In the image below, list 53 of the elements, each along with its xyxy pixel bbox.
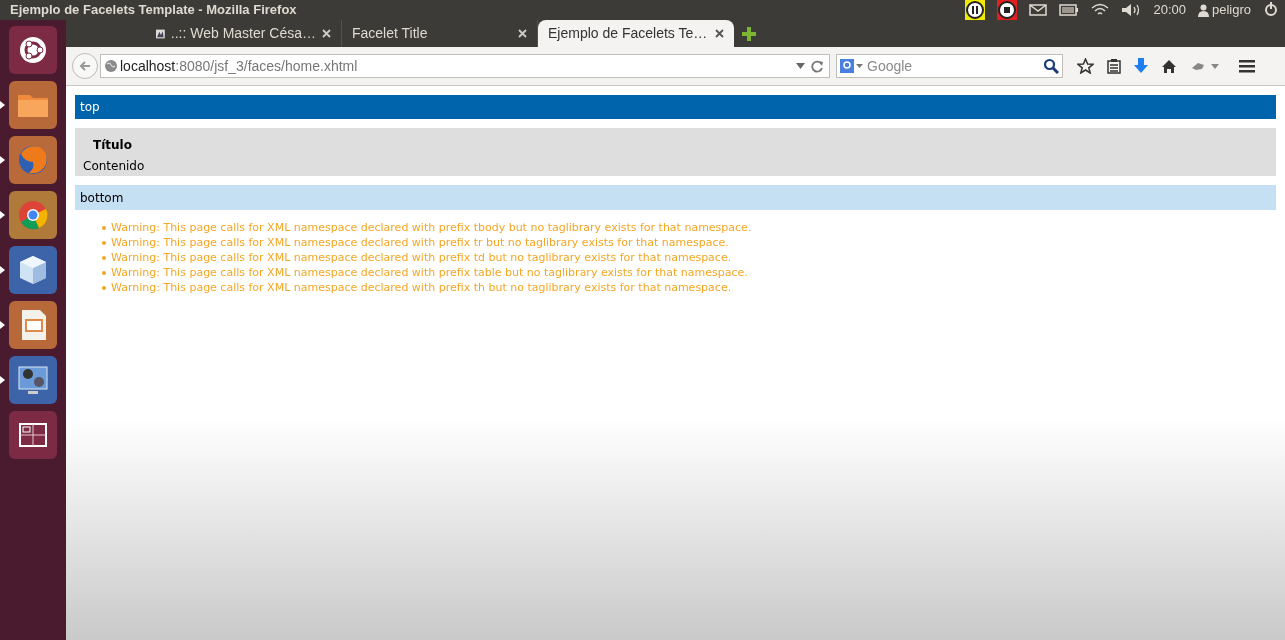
launcher-button[interactable] bbox=[9, 301, 57, 349]
stop-icon[interactable] bbox=[997, 0, 1018, 20]
launcher-button[interactable] bbox=[9, 411, 57, 459]
bullet-icon bbox=[102, 255, 106, 260]
dropdown-icon[interactable] bbox=[796, 63, 805, 69]
menu-icon[interactable] bbox=[1239, 59, 1255, 73]
mail-icon[interactable] bbox=[1029, 4, 1048, 16]
content-title: Título bbox=[92, 137, 132, 154]
launcher-button[interactable] bbox=[9, 356, 57, 404]
bullet-icon bbox=[102, 285, 106, 290]
header-bar: top bbox=[75, 95, 1276, 119]
address-bar[interactable]: localhost:8080/jsf_3/faces/home.xhtml bbox=[100, 54, 830, 78]
bullet-icon bbox=[102, 225, 106, 230]
footer-bar: bottom bbox=[75, 185, 1276, 210]
user-icon bbox=[1197, 3, 1209, 17]
reading-list-icon[interactable] bbox=[1107, 58, 1121, 74]
warning-message: Warning: This page calls for XML namespace declared with prefix tr but no taglibrary exists for that namespace. bbox=[111, 235, 729, 250]
content-text: Contenido bbox=[83, 158, 145, 175]
clock[interactable]: 20:00 bbox=[1153, 0, 1186, 20]
browser-tab[interactable]: Ejemplo de Facelets Te… bbox=[538, 20, 734, 47]
warning-message: Warning: This page calls for XML namespace declared with prefix table but no taglibrary exists for that namespace. bbox=[111, 265, 748, 280]
back-button[interactable] bbox=[72, 53, 98, 79]
bullet-icon bbox=[102, 240, 106, 245]
volume-icon[interactable] bbox=[1121, 3, 1142, 17]
home-icon[interactable] bbox=[1161, 58, 1177, 74]
warning-message: Warning: This page calls for XML namespace declared with prefix td but no taglibrary exists for that namespace. bbox=[111, 250, 732, 265]
new-tab-icon[interactable] bbox=[742, 26, 756, 41]
close-icon[interactable] bbox=[714, 29, 724, 38]
star-icon[interactable] bbox=[1077, 58, 1094, 74]
url-path: :8080/jsf_3/faces/home.xhtml bbox=[175, 56, 358, 76]
window-title: Ejemplo de Facelets Template - Mozilla Firefox bbox=[10, 1, 297, 20]
url-host: localhost bbox=[120, 56, 176, 76]
search-icon[interactable] bbox=[1043, 58, 1059, 74]
wifi-icon[interactable] bbox=[1091, 3, 1110, 17]
globe-icon bbox=[104, 59, 118, 73]
battery-icon[interactable] bbox=[1059, 4, 1080, 16]
back-arrow-icon bbox=[79, 60, 91, 72]
download-icon[interactable] bbox=[1134, 58, 1148, 74]
power-icon[interactable] bbox=[1263, 2, 1279, 18]
tab-title: ..:: Web Master Césa… bbox=[170, 24, 316, 43]
launcher-button[interactable] bbox=[9, 246, 57, 294]
search-engine-icon[interactable] bbox=[840, 59, 864, 73]
reload-icon[interactable] bbox=[811, 59, 824, 73]
warning-message: Warning: This page calls for XML namespace declared with prefix tbody but no taglibrary exists for that namespace. bbox=[111, 220, 752, 235]
pause-icon[interactable] bbox=[965, 0, 986, 20]
launcher-button[interactable] bbox=[9, 26, 57, 74]
tab-title: Ejemplo de Facelets Te… bbox=[548, 24, 708, 43]
bullet-icon bbox=[102, 270, 106, 275]
search-field[interactable]: Google bbox=[867, 55, 1040, 77]
tab-title: Facelet Title bbox=[352, 24, 428, 43]
user-name[interactable]: peligro bbox=[1211, 0, 1251, 20]
search-bar[interactable]: Google bbox=[836, 54, 1063, 78]
warning-message: Warning: This page calls for XML namespace declared with prefix th but no taglibrary exists for that namespace. bbox=[111, 280, 732, 295]
